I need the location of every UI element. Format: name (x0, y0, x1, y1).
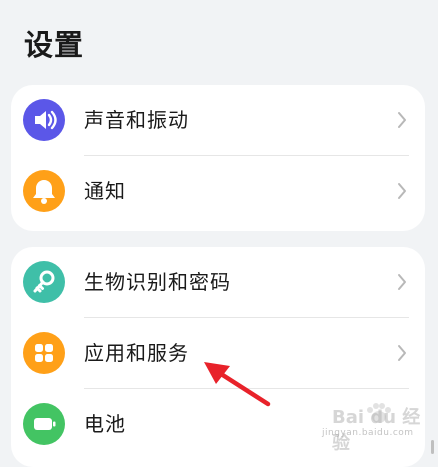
chevron-right-icon (398, 274, 406, 290)
settings-item-sound-vibration[interactable]: 声音和振动 (11, 85, 425, 155)
scrollbar[interactable] (431, 440, 434, 454)
settings-item-label: 通知 (84, 179, 126, 203)
chevron-right-icon (398, 112, 406, 128)
settings-item-biometrics-password[interactable]: 生物识别和密码 (11, 247, 425, 317)
settings-item-notifications[interactable]: 通知 (11, 156, 425, 226)
watermark-subtext: jingyan.baidu.com (322, 428, 414, 438)
bell-icon (23, 170, 65, 212)
settings-group-1: 声音和振动 通知 (11, 85, 425, 231)
chevron-right-icon (398, 345, 406, 361)
settings-item-label: 声音和振动 (84, 108, 189, 132)
key-icon (23, 261, 65, 303)
page-title: 设置 (24, 28, 85, 62)
apps-grid-icon (23, 332, 65, 374)
chevron-right-icon (398, 183, 406, 199)
settings-item-label: 生物识别和密码 (84, 270, 231, 294)
speaker-icon (23, 99, 65, 141)
settings-item-label: 应用和服务 (84, 341, 189, 365)
annotation-arrow-icon (204, 362, 271, 407)
settings-item-label: 电池 (84, 412, 126, 436)
battery-icon (23, 403, 65, 445)
